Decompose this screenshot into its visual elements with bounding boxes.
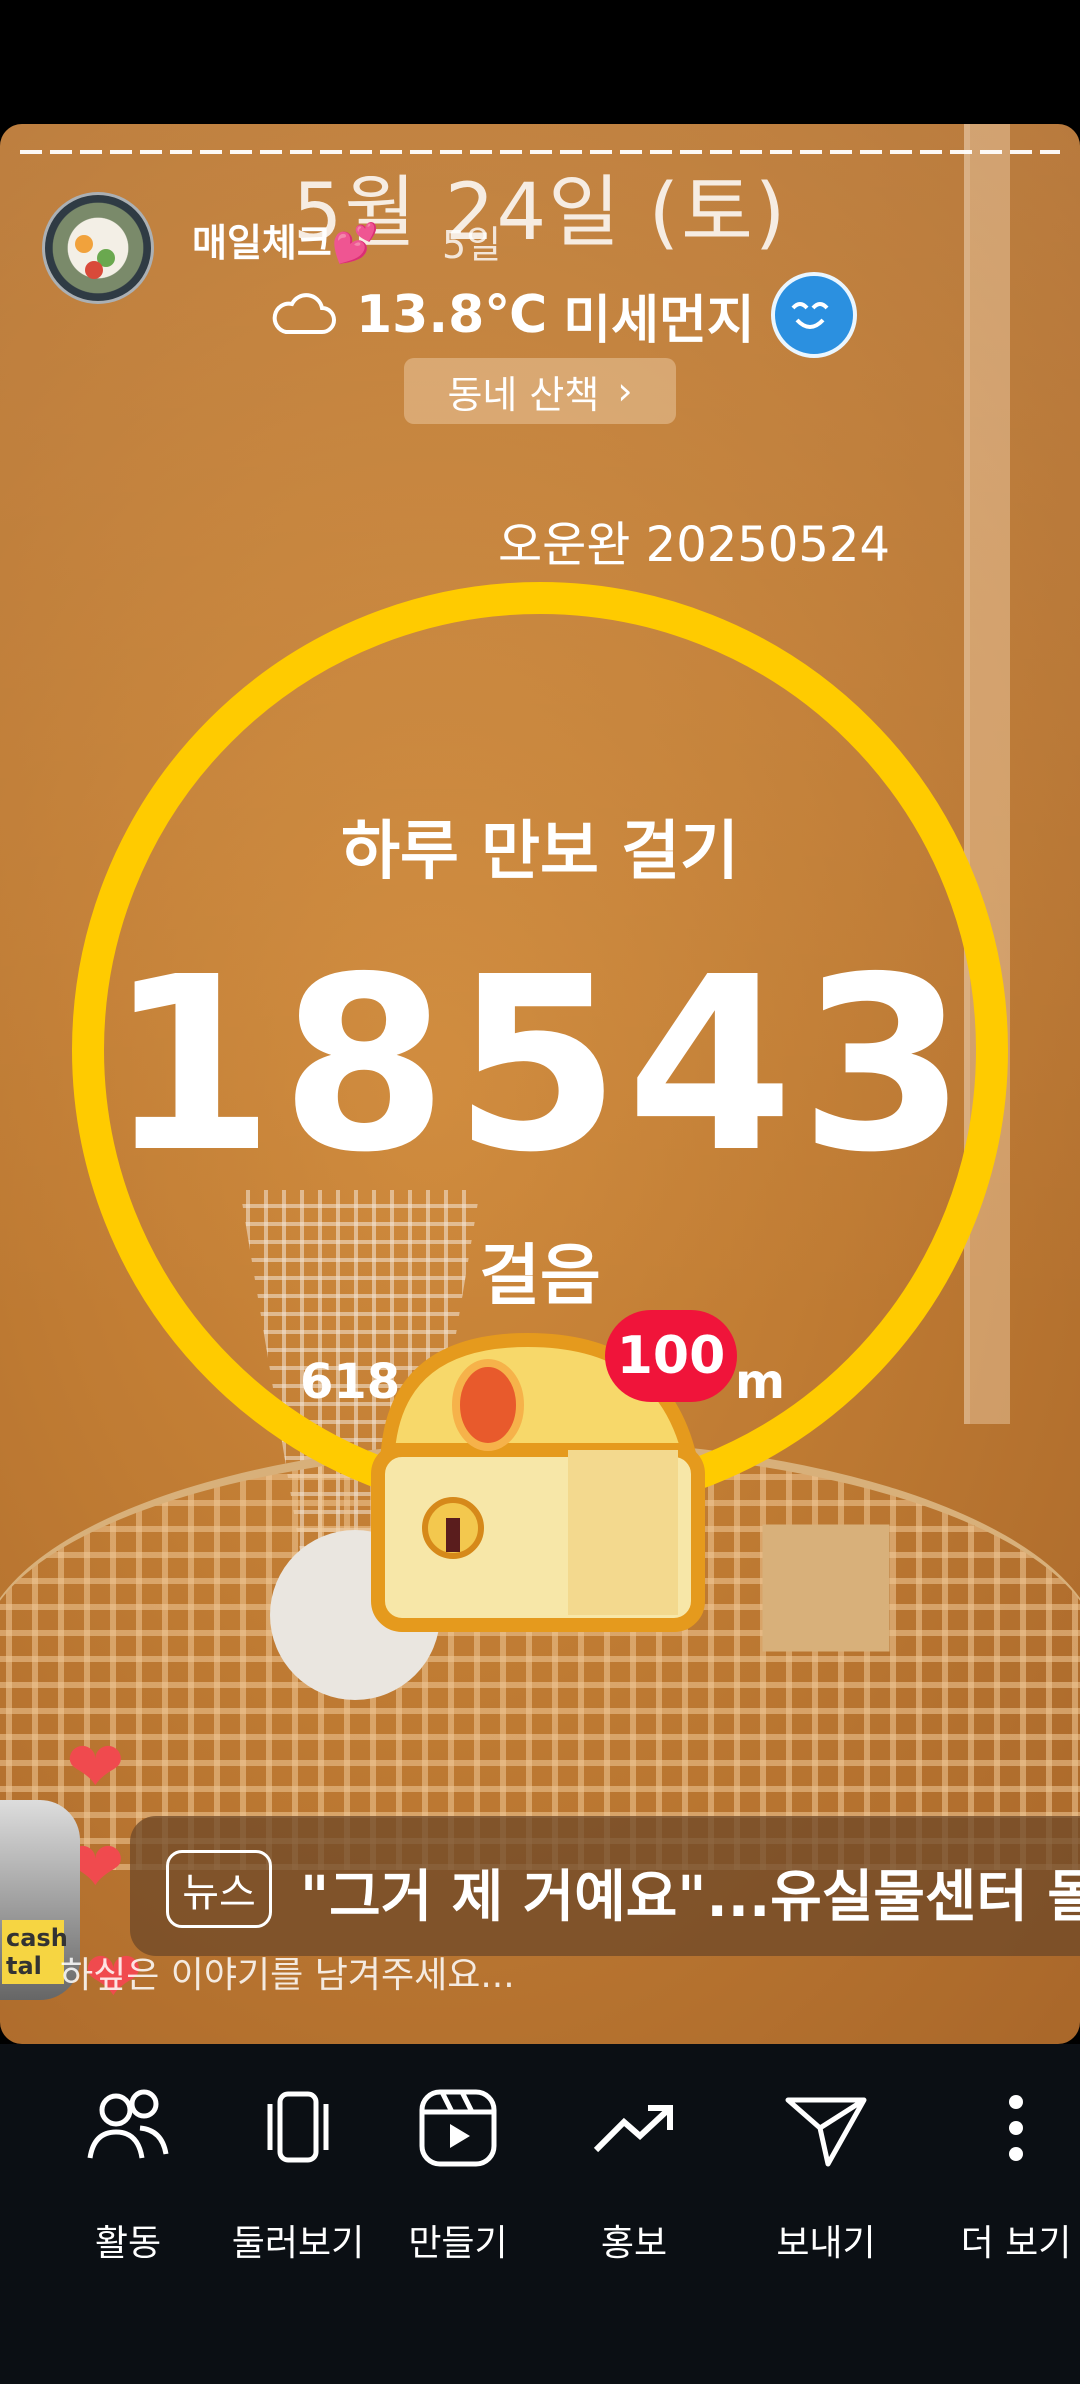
walk-title: 하루 만보 걸기	[341, 815, 739, 889]
temperature: 13.8℃	[356, 285, 548, 345]
story-age: 5일	[442, 223, 502, 267]
send-icon	[785, 2097, 867, 2167]
smile-face-icon	[770, 272, 857, 358]
nav-more[interactable]: 더 보기	[916, 2080, 1080, 2266]
swipe-cards-icon	[267, 2091, 329, 2163]
cloud-icon	[272, 293, 336, 334]
chest-count-badge: 100	[605, 1310, 737, 1402]
comment-input[interactable]: 하싶은 이야기를 남겨주세요...	[60, 1946, 515, 1998]
weather-row: 13.8℃ 미세먼지	[270, 272, 857, 358]
nav-more-label: 더 보기	[960, 2223, 1072, 2264]
comment-prefix: 하	[60, 1955, 94, 1996]
distance-unit: m	[735, 1354, 786, 1410]
reel-play-icon	[419, 2089, 497, 2167]
walk-route-chip[interactable]: 동네 산책 ›	[404, 358, 676, 424]
avatar-food-dot	[85, 261, 103, 279]
story-date: 5월 24일 (토)	[292, 168, 788, 258]
trend-up-icon	[593, 2105, 673, 2153]
username[interactable]: 매일체크💕	[192, 212, 379, 267]
news-tag: 뉴스	[166, 1850, 272, 1928]
nav-promote[interactable]: 홍보	[534, 2080, 734, 2266]
chevron-right-icon: ›	[617, 369, 633, 413]
heart-icon: ❤	[66, 1726, 125, 1808]
nav-promote-label: 홍보	[600, 2223, 668, 2264]
nav-create[interactable]: 만들기	[358, 2080, 558, 2266]
step-count: 18543	[107, 925, 973, 1205]
step-unit: 걸음	[479, 1237, 601, 1314]
nav-send-label: 보내기	[776, 2223, 876, 2264]
nav-send[interactable]: 보내기	[726, 2080, 926, 2266]
news-headline[interactable]: "그거 제 거예요"...유실물센터 몰	[300, 1852, 1080, 1933]
air-quality-label: 미세먼지	[563, 290, 755, 351]
more-vertical-icon	[1009, 2095, 1023, 2161]
walk-route-label: 동네 산책	[447, 372, 600, 417]
comment-placeholder: 싶은 이야기를 남겨주세요...	[93, 1955, 515, 1996]
nav-create-label: 만들기	[408, 2223, 508, 2264]
cashtalk-logo: cash tal	[2, 1920, 68, 1984]
people-icon	[87, 2089, 169, 2159]
story-caption: 오운완 20250524	[497, 517, 890, 573]
